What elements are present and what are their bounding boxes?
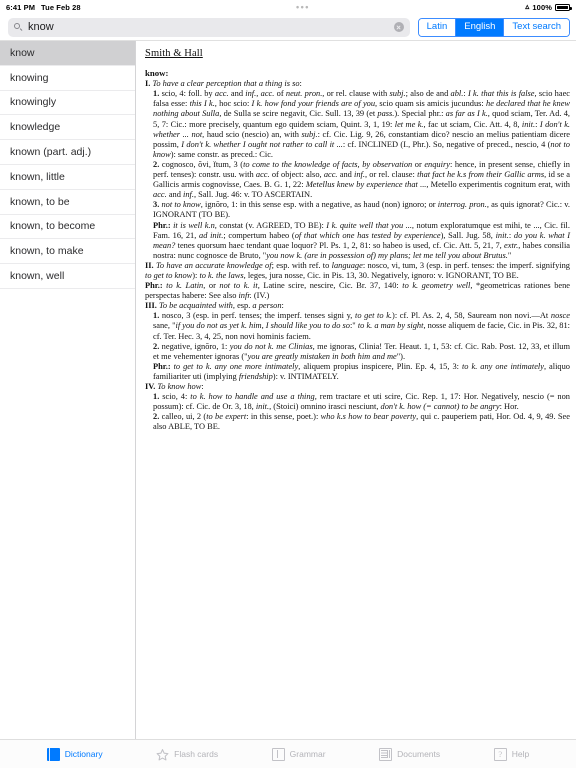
search-input-value: know [28,20,54,33]
bottom-tab-bar: Dictionary Flash cards Grammar Documents… [0,739,576,768]
tab-grammar[interactable]: Grammar [271,747,326,761]
search-toolbar: know Latin English Text search [0,14,576,40]
entry-paragraph: Phr.: it is well k.n, constat (v. AGREED… [153,220,571,260]
question-mark-icon: ? [493,747,507,761]
status-time: 6:41 PM [6,2,36,12]
entry-paragraph: 1. scio, 4: foll. by acc. and inf., acc.… [153,89,571,159]
battery-percent-label: 100% [532,2,552,12]
content-area: know knowing knowingly knowledge known (… [0,40,576,739]
entry-paragraph: II. To have an accurate knowledge of; es… [145,260,570,280]
star-icon [156,748,169,761]
sidebar-item-knowing[interactable]: knowing [0,65,135,91]
entry-paragraph: 1. scio, 4: to k. how to handle and use … [153,392,570,412]
status-center-dots: ••• [296,1,310,12]
documents-icon [379,747,393,761]
tab-dictionary-label: Dictionary [64,749,103,759]
battery-icon [555,3,572,11]
tab-documents[interactable]: Documents [379,747,441,761]
tab-dictionary[interactable]: Dictionary [46,747,103,761]
sidebar-item-known-to-become[interactable]: known, to become [0,214,135,240]
entry-paragraph: Phr.: to get to k. any one more intimate… [153,361,570,381]
wifi-icon: ▵ [525,2,530,11]
entry-paragraph: Phr.: to k. Latin, or not to k. it, Lati… [145,281,571,301]
tab-help[interactable]: ? Help [493,747,530,761]
results-sidebar[interactable]: know knowing knowingly knowledge known (… [0,41,136,739]
status-bar: 6:41 PM Tue Feb 28 ••• ▵ 100% [0,0,576,14]
entry-paragraph: 1. nosco, 3 (esp. in perf. tenses; the i… [153,311,570,341]
dictionary-entry-pane[interactable]: Smith & Hall know: I. To have a clear pe… [136,41,576,739]
dictionary-book-icon [46,747,60,761]
entry-body: I. To have a clear perception that a thi… [145,79,570,432]
tab-help-label: Help [511,749,530,759]
status-bar-right: ▵ 100% [525,2,572,12]
sidebar-item-known-well[interactable]: known, well [0,264,135,289]
entry-paragraph: 2. calleo, ui, 2 (to be expert: in this … [153,412,570,432]
segment-english[interactable]: English [456,18,505,36]
entry-paragraph: 3. not to know, ignōro, 1: in this sense… [153,200,571,220]
segment-latin[interactable]: Latin [418,18,457,36]
entry-paragraph: IV. To know how: [145,382,204,391]
sidebar-item-knowingly[interactable]: knowingly [0,90,135,116]
tab-flash-cards[interactable]: Flash cards [156,748,218,761]
search-icon [14,22,23,32]
entry-paragraph: 2. cognosco, ŏvi, ĭtum, 3 (to come to th… [153,159,571,200]
grammar-book-icon [271,747,285,761]
clear-icon[interactable] [393,22,404,32]
app-screen: 6:41 PM Tue Feb 28 ••• ▵ 100% know Latin… [0,0,576,768]
sidebar-item-known-to-make[interactable]: known, to make [0,239,135,265]
tab-grammar-label: Grammar [289,749,326,759]
sidebar-item-known-part-adj[interactable]: known (part. adj.) [0,140,135,165]
entry-paragraph: III. To be acquainted with, esp. a perso… [145,301,284,311]
search-input[interactable]: know [8,17,410,37]
segment-text-search[interactable]: Text search [504,18,569,36]
sidebar-item-known-little[interactable]: known, little [0,164,135,190]
tab-flash-cards-label: Flash cards [174,749,219,759]
entry-paragraph: 2. negative, ignōro, 1: you do not k. me… [153,341,571,361]
entry-source-title: Smith & Hall [145,48,203,59]
language-mode-segmented-control[interactable]: Latin English Text search [417,17,570,37]
sidebar-item-know[interactable]: know [0,41,135,66]
entry-paragraph: I. To have a clear perception that a thi… [145,79,302,89]
sidebar-item-knowledge[interactable]: knowledge [0,115,135,141]
tab-documents-label: Documents [397,749,441,759]
status-bar-left: 6:41 PM Tue Feb 28 [6,3,81,12]
sidebar-item-known-to-be[interactable]: known, to be [0,189,135,215]
status-date: Tue Feb 28 [41,2,81,12]
entry-headword: know: [145,68,169,79]
